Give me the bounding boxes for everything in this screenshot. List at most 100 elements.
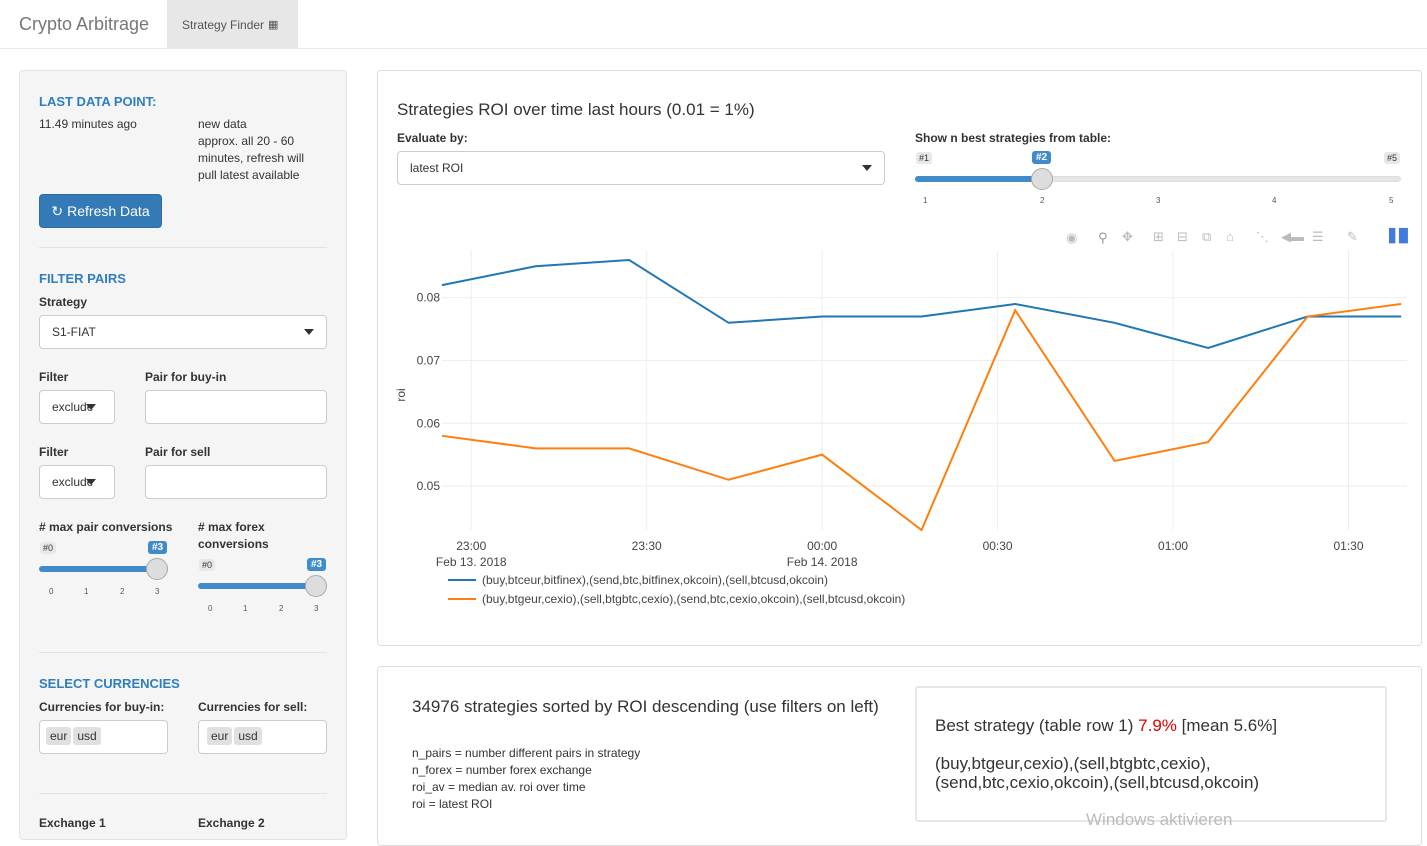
max-pair-slider[interactable]: #0 #3 0 1 2 3	[39, 541, 168, 601]
slider-current-label: #2	[1032, 151, 1052, 164]
best-strategy-header: Best strategy (table row 1) 7.9% [mean 5…	[935, 716, 1277, 736]
select-currencies-heading: SELECT CURRENCIES	[39, 676, 180, 691]
max-forex-label-1: # max forex	[198, 520, 265, 534]
slider-handle[interactable]	[146, 558, 168, 580]
x-tick-label: 00:30	[983, 539, 1013, 553]
slider-max-label: #5	[1384, 152, 1401, 164]
navbar: Crypto Arbitrage Strategy Finder ▦	[0, 0, 1427, 49]
max-forex-label-2: conversions	[198, 537, 269, 551]
slider-tick: 3	[314, 604, 319, 613]
cubes-icon: ▦	[268, 19, 279, 31]
last-data-heading: LAST DATA POINT:	[39, 94, 157, 109]
slider-tick: 2	[120, 587, 125, 596]
windows-watermark: Windows aktivieren	[1086, 810, 1233, 829]
currency-chip[interactable]: eur	[46, 727, 72, 745]
y-tick-label: 0.06	[417, 416, 441, 430]
last-data-value: 11.49 minutes ago	[39, 117, 137, 131]
tab-label: Strategy Finder	[182, 17, 265, 32]
chart-panel-title: Strategies ROI over time last hours (0.0…	[397, 100, 755, 119]
slider-current-label: #3	[148, 541, 168, 554]
x-tick-sublabel: Feb 14. 2018	[787, 555, 858, 569]
new-data-note-3: minutes, refresh will	[198, 151, 305, 165]
evaluate-label: Evaluate by:	[397, 131, 468, 145]
slider-tick: 0	[208, 604, 213, 613]
best-strategy-line-2: (send,btc,cexio,okcoin),(sell,btcusd,okc…	[935, 773, 1260, 792]
best-strategy-prefix: Best strategy (table row 1)	[935, 716, 1134, 735]
tab-strategy-finder[interactable]: Strategy Finder ▦	[167, 0, 298, 49]
filter-buyin-select[interactable]: exclude	[39, 390, 115, 424]
chart-legend[interactable]: (buy,btceur,bitfinex),(send,btc,bitfinex…	[448, 573, 905, 606]
legend-roi: roi = latest ROI	[412, 797, 493, 811]
evaluate-select[interactable]: latest ROI	[397, 151, 885, 185]
y-tick-label: 0.05	[417, 479, 441, 493]
slider-tick: 1	[923, 196, 928, 205]
slider-handle[interactable]	[305, 575, 327, 597]
x-tick-label: 23:30	[632, 539, 662, 553]
slider-fill	[198, 583, 316, 589]
brand-title[interactable]: Crypto Arbitrage	[19, 14, 149, 35]
slider-min-label: #0	[199, 559, 216, 571]
chevron-down-icon	[862, 165, 872, 171]
legend-entry[interactable]: (buy,btceur,bitfinex),(send,btc,bitfinex…	[482, 573, 828, 587]
show-n-label: Show n best strategies from table:	[915, 131, 1112, 145]
legend-roi-av: roi_av = median av. roi over time	[412, 780, 586, 794]
buyin-pair-label: Pair for buy-in	[145, 370, 227, 384]
legend-entry[interactable]: (buy,btgeur,cexio),(sell,btgbtc,cexio),(…	[482, 592, 905, 606]
series-line-2[interactable]	[441, 302, 1402, 532]
sell-pair-label: Pair for sell	[145, 445, 211, 459]
currency-chip[interactable]: usd	[234, 727, 262, 745]
new-data-note-1: new data	[198, 117, 247, 131]
roi-line-chart[interactable]: 0.08 0.07 0.06 0.05 23:00 Feb 13. 2018 23:30 00…	[378, 230, 1418, 620]
sell-currencies-label: Currencies for sell:	[198, 700, 308, 714]
strategy-label: Strategy	[39, 295, 88, 309]
buyin-currencies-input[interactable]: eur usd	[39, 720, 168, 754]
slider-tick: 1	[84, 587, 89, 596]
new-data-note-4: pull latest available	[198, 168, 300, 182]
chart-axes: 0.08 0.07 0.06 0.05 23:00 Feb 13. 2018 23:30 00…	[417, 291, 1364, 569]
show-n-slider[interactable]: #1 #2 #5 1 2 3 4 5	[915, 151, 1405, 211]
divider	[39, 793, 327, 794]
refresh-icon: ↻	[51, 202, 64, 219]
slider-min-label: #0	[40, 542, 57, 554]
slider-fill	[915, 176, 1042, 182]
slider-tick: 2	[279, 604, 284, 613]
slider-handle[interactable]	[1031, 168, 1053, 190]
filter-label-sell: Filter	[39, 445, 69, 459]
sidebar: LAST DATA POINT: 11.49 minutes ago new d…	[19, 70, 347, 840]
y-axis-label: roi	[394, 388, 408, 401]
x-tick-label: 01:30	[1333, 539, 1363, 553]
slider-tick: 2	[1040, 196, 1045, 205]
filter-sell-select[interactable]: exclude	[39, 465, 115, 499]
currency-chip[interactable]: usd	[73, 727, 101, 745]
best-strategy-line-1: (buy,btgeur,cexio),(sell,btgbtc,cexio),	[935, 754, 1211, 773]
y-tick-label: 0.08	[417, 291, 441, 305]
currency-chip[interactable]: eur	[207, 727, 233, 745]
table-panel-title: 34976 strategies sorted by ROI descendin…	[412, 697, 879, 716]
slider-tick: 3	[1156, 196, 1161, 205]
series-line-1[interactable]	[441, 258, 1402, 349]
slider-fill	[39, 566, 157, 572]
buyin-currencies-label: Currencies for buy-in:	[39, 700, 165, 714]
sell-pair-input[interactable]	[145, 465, 327, 499]
divider	[39, 652, 327, 653]
chart-grid	[442, 250, 1407, 530]
best-strategy-roi: 7.9%	[1138, 716, 1177, 735]
strategy-value: S1-FIAT	[52, 325, 96, 339]
max-forex-slider[interactable]: #0 #3 0 1 2 3	[198, 558, 328, 618]
x-tick-label: 01:00	[1158, 539, 1188, 553]
x-tick-label: 23:00	[456, 539, 486, 553]
filter-pairs-heading: FILTER PAIRS	[39, 271, 126, 286]
slider-tick: 0	[49, 587, 54, 596]
slider-tick: 4	[1272, 196, 1277, 205]
refresh-label: Refresh Data	[67, 203, 150, 219]
filter-label-buyin: Filter	[39, 370, 69, 384]
buyin-pair-input[interactable]	[145, 390, 327, 424]
sell-currencies-input[interactable]: eur usd	[198, 720, 327, 754]
chevron-down-icon	[86, 479, 96, 485]
refresh-data-button[interactable]: ↻ Refresh Data	[39, 194, 162, 228]
chevron-down-icon	[86, 404, 96, 410]
chart-lines[interactable]	[441, 258, 1402, 532]
chevron-down-icon	[304, 329, 314, 335]
divider	[39, 247, 327, 248]
strategy-select[interactable]: S1-FIAT	[39, 315, 327, 349]
